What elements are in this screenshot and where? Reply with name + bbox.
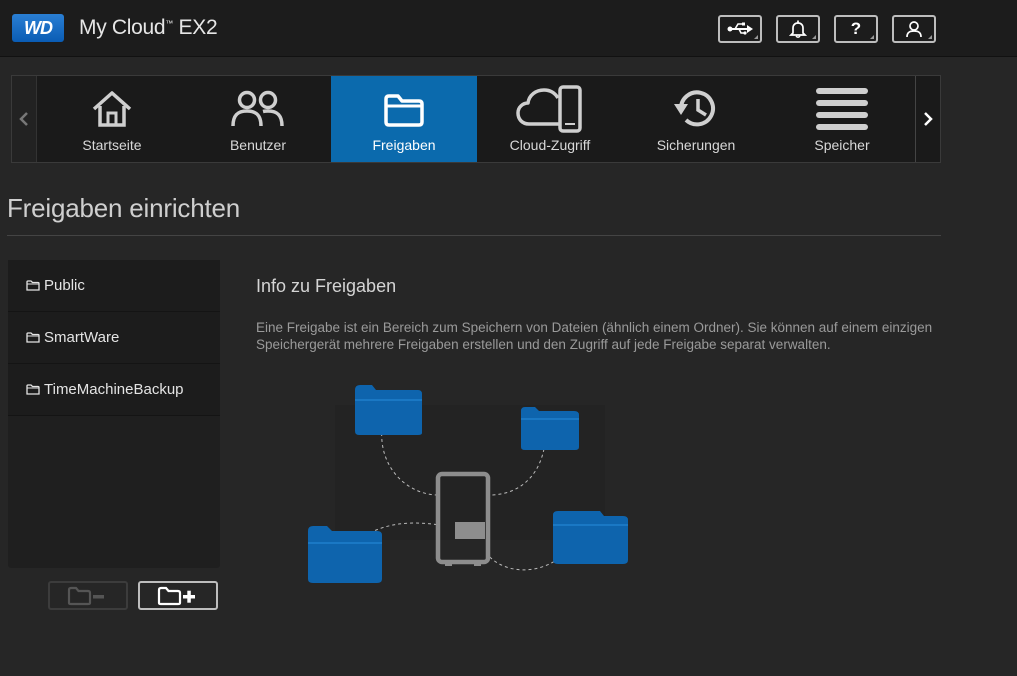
share-item-public[interactable]: Public [8,260,220,312]
folder-small-icon [26,280,40,291]
trademark-mark: ™ [165,19,173,28]
chevron-left-icon [19,112,28,126]
info-title: Info zu Freigaben [256,276,397,296]
nav-label-sicherungen: Sicherungen [656,137,736,153]
user-icon [906,21,922,38]
wd-logo[interactable]: WD [12,14,64,42]
bell-icon [789,20,807,38]
cloud-phone-icon [516,85,582,133]
nav-label-freigaben: Freigaben [372,137,436,153]
share-item-label: Public [44,277,85,294]
share-item-smartware[interactable]: SmartWare [8,312,220,364]
user-account-button[interactable] [892,15,936,43]
top-bar: WD My Cloud™ EX2 ? [0,0,1017,57]
nav-scroll-left-button[interactable] [12,76,37,162]
folder-plus-icon [157,586,195,605]
folder-minus-icon [67,586,104,605]
nav-item-startseite[interactable]: Startseite [39,76,185,162]
add-share-button[interactable] [138,581,218,610]
help-icon: ? [850,19,862,38]
share-item-label: SmartWare [44,329,120,346]
home-icon [92,91,132,127]
folder-bottom-right-icon [553,511,628,564]
nav-item-cloud-zugriff[interactable]: Cloud-Zugriff [477,76,623,162]
storage-icon [816,88,868,130]
nav-label-cloud-zugriff: Cloud-Zugriff [509,137,591,153]
usb-icon [727,22,753,35]
app-name: My Cloud [79,16,166,39]
model-name: EX2 [178,16,218,39]
usb-button[interactable] [718,15,762,43]
folder-top-left-icon [355,385,422,435]
nav-item-sicherungen[interactable]: Sicherungen [623,76,769,162]
history-icon [674,90,715,127]
folder-top-right-icon [521,407,579,450]
main-navigation: Startseite Benutzer Freigaben Cloud-Zugr… [11,75,941,163]
folder-small-icon [26,384,40,395]
folder-bottom-left-icon [308,526,382,583]
title-divider [7,235,941,236]
share-item-label: TimeMachineBackup [44,381,184,398]
app-title: My Cloud™ EX2 [79,16,218,40]
nav-label-speicher: Speicher [814,137,870,153]
folder-small-icon [26,332,40,343]
nav-item-freigaben[interactable]: Freigaben [331,76,477,162]
shares-illustration [308,385,628,583]
help-button[interactable]: ? [834,15,878,43]
nav-scroll-right-button[interactable] [915,76,940,162]
users-icon [231,90,284,127]
info-description: Eine Freigabe ist ein Bereich zum Speich… [256,320,933,352]
nav-label-benutzer: Benutzer [229,137,287,153]
share-item-timemachinebackup[interactable]: TimeMachineBackup [8,364,220,416]
nav-item-benutzer[interactable]: Benutzer [185,76,331,162]
share-list: Public SmartWare TimeMachineBackup [8,260,220,568]
remove-share-button[interactable] [48,581,128,610]
chevron-right-icon [924,112,933,126]
nav-label-startseite: Startseite [82,137,142,153]
nav-item-speicher[interactable]: Speicher [769,76,915,162]
notifications-button[interactable] [776,15,820,43]
page-title: Freigaben einrichten [7,193,241,223]
folder-icon [384,94,424,127]
